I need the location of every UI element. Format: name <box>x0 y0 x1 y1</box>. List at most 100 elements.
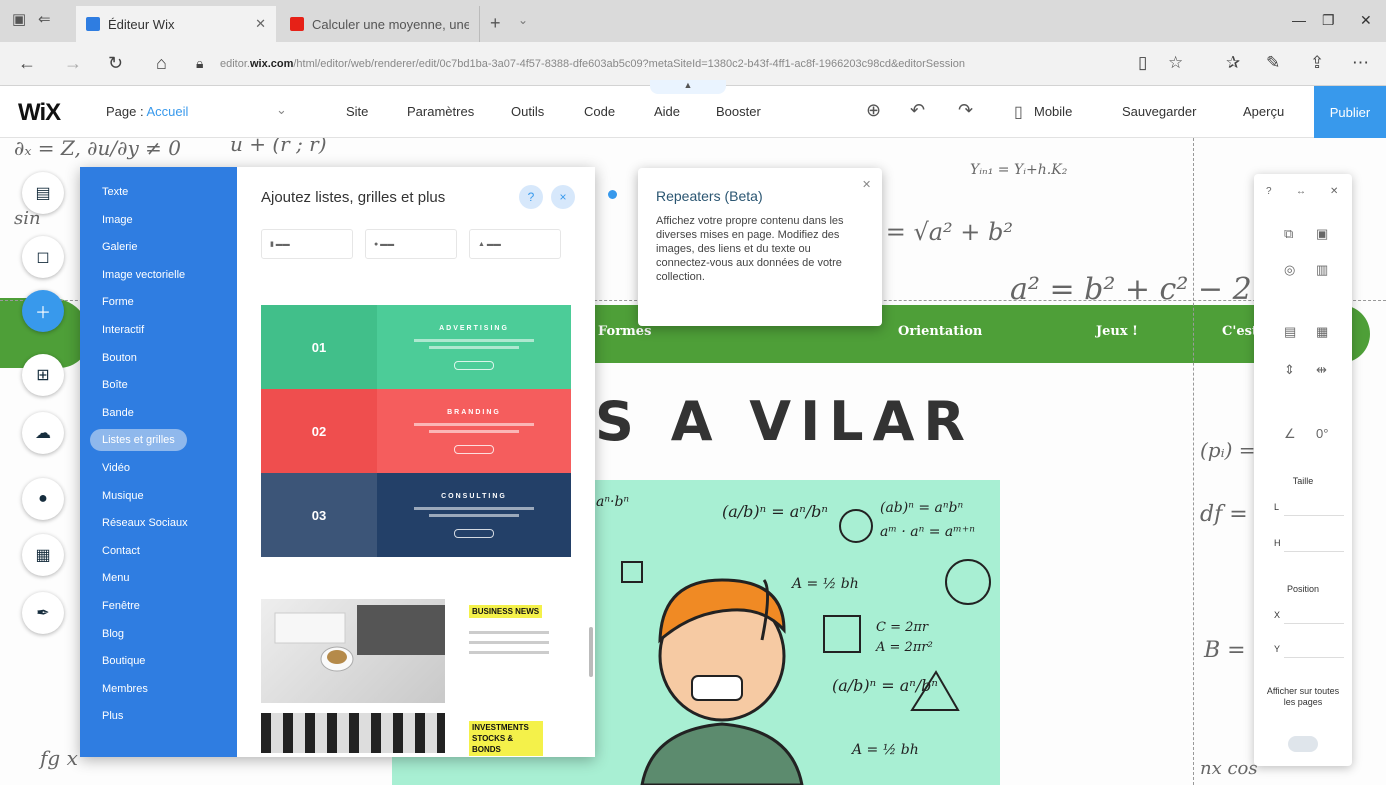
reading-view-icon[interactable]: ▯ <box>1138 53 1147 73</box>
width-field[interactable] <box>1284 498 1344 516</box>
arrange-icon[interactable]: ▤ <box>1284 324 1296 340</box>
category-item[interactable]: Image vectorielle <box>90 264 197 286</box>
copy-icon[interactable]: ⧉ <box>1284 226 1293 242</box>
maximize-icon[interactable]: ❐ <box>1322 12 1335 29</box>
pen-icon[interactable]: ✎ <box>1266 53 1280 73</box>
undo-icon[interactable]: ↶ <box>910 100 925 121</box>
tab-actions-icon[interactable]: ▣ <box>12 10 26 28</box>
redo-icon[interactable]: ↷ <box>958 100 973 121</box>
add-apps-button[interactable]: ⊞ <box>22 354 64 396</box>
favorites-icon[interactable]: ✰ <box>1226 53 1240 73</box>
site-headline[interactable]: S A VILAR <box>595 390 974 453</box>
math-scribble: fg x <box>40 746 78 770</box>
help-button[interactable]: ? <box>519 185 543 209</box>
background-button[interactable]: ◻ <box>22 236 64 278</box>
menu-aide[interactable]: Aide <box>654 104 680 119</box>
forward-icon[interactable]: → <box>64 53 82 74</box>
site-nav-jeux[interactable]: Jeux ! <box>1096 324 1138 339</box>
category-item[interactable]: Contact <box>90 540 152 562</box>
tab-list-chevron-icon[interactable]: ⌄ <box>518 13 528 27</box>
repeater-thumbnail[interactable]: ▲ ▬▬ <box>469 229 561 259</box>
math-scribble: B = ( <box>1204 638 1262 663</box>
preview-button[interactable]: Aperçu <box>1243 104 1284 119</box>
close-window-icon[interactable]: ✕ <box>1360 12 1372 29</box>
close-panel-button[interactable]: × <box>551 185 575 209</box>
url-field[interactable]: editor. wix.com/html/editor/web/renderer/… <box>214 50 1132 78</box>
media-button[interactable]: ☁ <box>22 412 64 454</box>
category-item[interactable]: Boîte <box>90 374 140 396</box>
template-row[interactable]: 02 BRANDING <box>261 389 571 473</box>
category-item[interactable]: Bouton <box>90 347 149 369</box>
repeater-thumbnail[interactable]: ▮ ▬▬ <box>261 229 353 259</box>
category-item[interactable]: Image <box>90 209 145 231</box>
new-tab-icon[interactable]: + <box>490 13 501 34</box>
share-icon[interactable]: ⇪ <box>1310 53 1324 73</box>
set-aside-tabs-icon[interactable]: ⇐ <box>38 10 51 28</box>
tab-youtube[interactable]: Calculer une moyenne, une <box>280 6 480 42</box>
chevron-down-icon[interactable]: ⌄ <box>276 102 287 118</box>
expand-icon[interactable]: ↔ <box>1296 186 1306 197</box>
bookings-button[interactable]: ▦ <box>22 534 64 576</box>
close-icon[interactable]: ✕ <box>862 178 871 191</box>
delete-icon[interactable]: ▥ <box>1316 262 1328 278</box>
help-icon[interactable]: ? <box>1266 186 1272 197</box>
panel-scrollbar[interactable] <box>589 627 593 677</box>
category-item[interactable]: Forme <box>90 291 146 313</box>
align-icon[interactable]: ▦ <box>1316 324 1328 340</box>
publish-button[interactable]: Publier <box>1314 86 1386 138</box>
category-item[interactable]: Interactif <box>90 319 156 341</box>
match-size-icon[interactable]: ⇕ <box>1284 362 1295 378</box>
category-item[interactable]: Membres <box>90 678 160 700</box>
more-icon[interactable]: ⋯ <box>1352 53 1369 73</box>
blog-button[interactable]: ● <box>22 478 64 520</box>
refresh-icon[interactable]: ↻ <box>108 53 123 74</box>
category-item[interactable]: Galerie <box>90 236 149 258</box>
site-nav-formes[interactable]: Formes <box>598 324 651 339</box>
x-field[interactable] <box>1284 606 1344 624</box>
template-row[interactable]: 01 ADVERTISING <box>261 305 571 389</box>
add-button[interactable]: ＋ <box>22 290 64 332</box>
category-item[interactable]: Vidéo <box>90 457 142 479</box>
category-item[interactable]: Blog <box>90 623 136 645</box>
home-icon[interactable]: ⌂ <box>156 53 167 74</box>
back-icon[interactable]: ← <box>18 53 36 74</box>
category-item[interactable]: Menu <box>90 567 142 589</box>
close-icon[interactable]: ✕ <box>1330 186 1338 197</box>
rotate-icon[interactable]: ∠ <box>1284 426 1296 442</box>
page-selector[interactable]: Page : Accueil <box>106 104 188 119</box>
height-field[interactable] <box>1284 534 1344 552</box>
close-tab-icon[interactable]: ✕ <box>255 16 266 32</box>
news-template[interactable]: BUSINESS NEWS INVESTMENTS STOCKS & BONDS <box>261 599 571 756</box>
menu-outils[interactable]: Outils <box>511 104 544 119</box>
zoom-icon[interactable]: ⊕ <box>866 100 881 121</box>
y-field[interactable] <box>1284 640 1344 658</box>
minimize-icon[interactable]: — <box>1292 12 1306 28</box>
category-item[interactable]: Plus <box>90 705 135 727</box>
category-item[interactable]: Musique <box>90 485 156 507</box>
tab-wix-editor[interactable]: Éditeur Wix ✕ <box>76 6 276 42</box>
site-nav-orientation[interactable]: Orientation <box>898 324 982 339</box>
menu-code[interactable]: Code <box>584 104 615 119</box>
paste-icon[interactable]: ▣ <box>1316 226 1328 242</box>
mobile-toggle[interactable]: Mobile <box>1034 104 1072 119</box>
menus-pages-button[interactable]: ▤ <box>22 172 64 214</box>
category-item[interactable]: Bande <box>90 402 146 424</box>
collapse-topbar-icon[interactable]: ▲ <box>650 80 726 94</box>
repeater-thumbnail[interactable]: ● ▬▬ <box>365 229 457 259</box>
show-all-pages-toggle[interactable] <box>1288 736 1318 752</box>
menu-parametres[interactable]: Paramètres <box>407 104 474 119</box>
category-item[interactable]: Texte <box>90 181 140 203</box>
site-nav-cest[interactable]: C'est <box>1222 324 1258 339</box>
category-item[interactable]: Fenêtre <box>90 595 152 617</box>
design-button[interactable]: ✒ <box>22 592 64 634</box>
distribute-icon[interactable]: ⇹ <box>1316 362 1327 378</box>
duplicate-icon[interactable]: ◎ <box>1284 262 1295 278</box>
menu-booster[interactable]: Booster <box>716 104 761 119</box>
category-item[interactable]: Réseaux Sociaux <box>90 512 200 534</box>
menu-site[interactable]: Site <box>346 104 368 119</box>
category-item[interactable]: Boutique <box>90 650 157 672</box>
star-icon[interactable]: ☆ <box>1168 53 1183 73</box>
category-item[interactable]: Listes et grilles <box>90 429 187 452</box>
save-button[interactable]: Sauvegarder <box>1122 104 1196 119</box>
template-row[interactable]: 03 CONSULTING <box>261 473 571 557</box>
